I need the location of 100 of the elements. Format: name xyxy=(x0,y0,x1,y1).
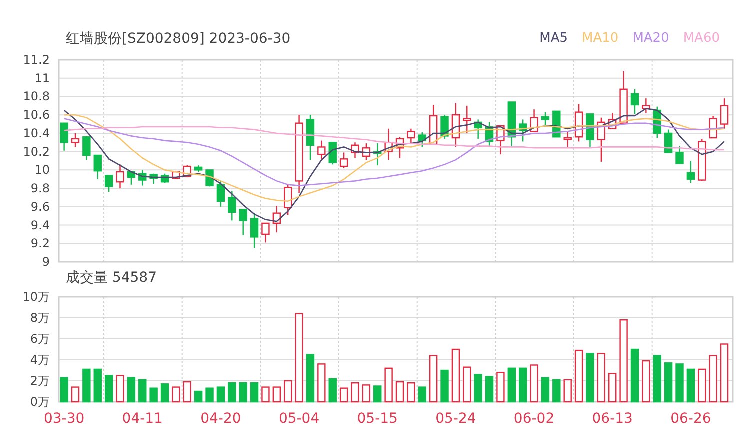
volume-bar xyxy=(508,368,516,403)
volume-bar xyxy=(328,378,337,403)
volume-bar xyxy=(71,386,80,403)
candlestick xyxy=(574,104,584,142)
volume-bar xyxy=(172,386,180,403)
volume-bar xyxy=(541,377,550,403)
volume-bar xyxy=(104,375,114,403)
volume-bar xyxy=(552,379,561,403)
candlestick xyxy=(362,144,371,160)
volume-bar xyxy=(686,368,696,403)
volume-bar xyxy=(160,384,170,403)
volume-bar xyxy=(653,355,662,403)
volume-bar xyxy=(239,382,248,403)
candlestick xyxy=(272,206,282,233)
candlestick xyxy=(127,171,136,185)
volume-bar xyxy=(150,388,158,403)
volume-bar xyxy=(630,348,640,403)
volume-bar xyxy=(127,377,136,403)
volume-bar xyxy=(262,386,270,403)
volume-bar xyxy=(720,344,729,403)
candlestick xyxy=(138,170,147,186)
volume-bar xyxy=(407,382,416,403)
candlestick xyxy=(374,144,382,166)
axis-tick-label: 06-02 xyxy=(514,411,555,427)
candlestick xyxy=(564,132,572,148)
candlestick xyxy=(340,152,348,168)
volume-bar xyxy=(272,386,282,403)
volume-bar xyxy=(384,368,393,403)
candlestick xyxy=(620,71,628,124)
candlestick xyxy=(407,128,416,144)
candlestick xyxy=(452,103,460,148)
volume-bar xyxy=(698,368,706,403)
candlestick xyxy=(709,116,718,139)
volume-bar xyxy=(418,386,426,403)
volume-bar xyxy=(574,350,584,403)
candlestick xyxy=(463,106,472,134)
volume-bar xyxy=(362,384,371,403)
candlestick xyxy=(664,130,673,154)
candlestick xyxy=(116,164,124,189)
volume-bar xyxy=(216,386,226,403)
volume-bar xyxy=(485,376,494,403)
candlestick xyxy=(318,140,326,161)
axis-tick-label: 04-11 xyxy=(122,411,163,427)
candlestick xyxy=(194,166,203,172)
axis-tick-label: 03-30 xyxy=(44,411,85,427)
volume-bar xyxy=(642,360,650,403)
volume-bar xyxy=(676,364,684,403)
candlestick xyxy=(676,146,684,164)
candlestick xyxy=(686,161,696,184)
legend-label: MA10 xyxy=(582,30,619,48)
candlestick xyxy=(474,120,482,139)
volume-bar xyxy=(586,353,594,403)
volume-bar xyxy=(351,382,360,403)
volume-bar xyxy=(94,368,102,403)
candlestick xyxy=(284,184,292,216)
volume-bar xyxy=(474,374,482,403)
axis-tick-label: 9.6 xyxy=(30,200,50,214)
axis-tick-label: 10.6 xyxy=(23,108,50,122)
volume-bar xyxy=(530,364,538,403)
candlestick xyxy=(328,142,337,165)
axis-tick-label: 05-15 xyxy=(357,411,398,427)
axis-tick-label: 05-04 xyxy=(278,411,320,427)
volume-bar xyxy=(306,354,315,403)
candlestick xyxy=(586,114,594,148)
volume-bar xyxy=(440,370,449,403)
volume-bar xyxy=(664,362,673,403)
volume-bar xyxy=(138,379,147,403)
candlestick xyxy=(351,142,360,158)
candlestick xyxy=(530,110,538,132)
volume-bar xyxy=(496,372,505,403)
volume-bar xyxy=(318,364,326,403)
axis-tick-label: 9.4 xyxy=(30,218,50,232)
volume-bar xyxy=(374,386,382,403)
candlestick xyxy=(698,138,706,182)
candlestick xyxy=(630,89,640,114)
volume-bar xyxy=(597,353,606,403)
volume-title: 成交量 54587 xyxy=(66,269,157,288)
volume-bar xyxy=(608,373,617,403)
candlestick xyxy=(150,174,158,184)
volume-bar xyxy=(116,375,124,403)
volume-bar xyxy=(250,382,259,403)
axis-tick-label: 9.2 xyxy=(30,236,50,251)
axis-tick-label: 11.2 xyxy=(23,53,50,67)
axis-tick-label: 06-13 xyxy=(592,411,633,427)
volume-bar xyxy=(284,380,292,403)
candlestick xyxy=(94,154,102,180)
candlestick xyxy=(541,112,550,126)
axis-tick-label: 2万 xyxy=(30,374,50,388)
candlestick xyxy=(508,102,516,146)
axis-tick-label: 10万 xyxy=(22,290,50,304)
candlestick xyxy=(239,209,248,236)
axis-tick-label: 8万 xyxy=(30,311,50,325)
candlestick xyxy=(653,106,662,138)
volume-bar xyxy=(452,348,460,403)
candlestick xyxy=(720,98,729,129)
axis-tick-label: 05-24 xyxy=(436,411,476,427)
legend-label: MA20 xyxy=(632,30,670,48)
axis-tick-label: 11 xyxy=(34,71,50,86)
candlestick xyxy=(82,136,91,160)
volume-bar xyxy=(340,388,348,403)
